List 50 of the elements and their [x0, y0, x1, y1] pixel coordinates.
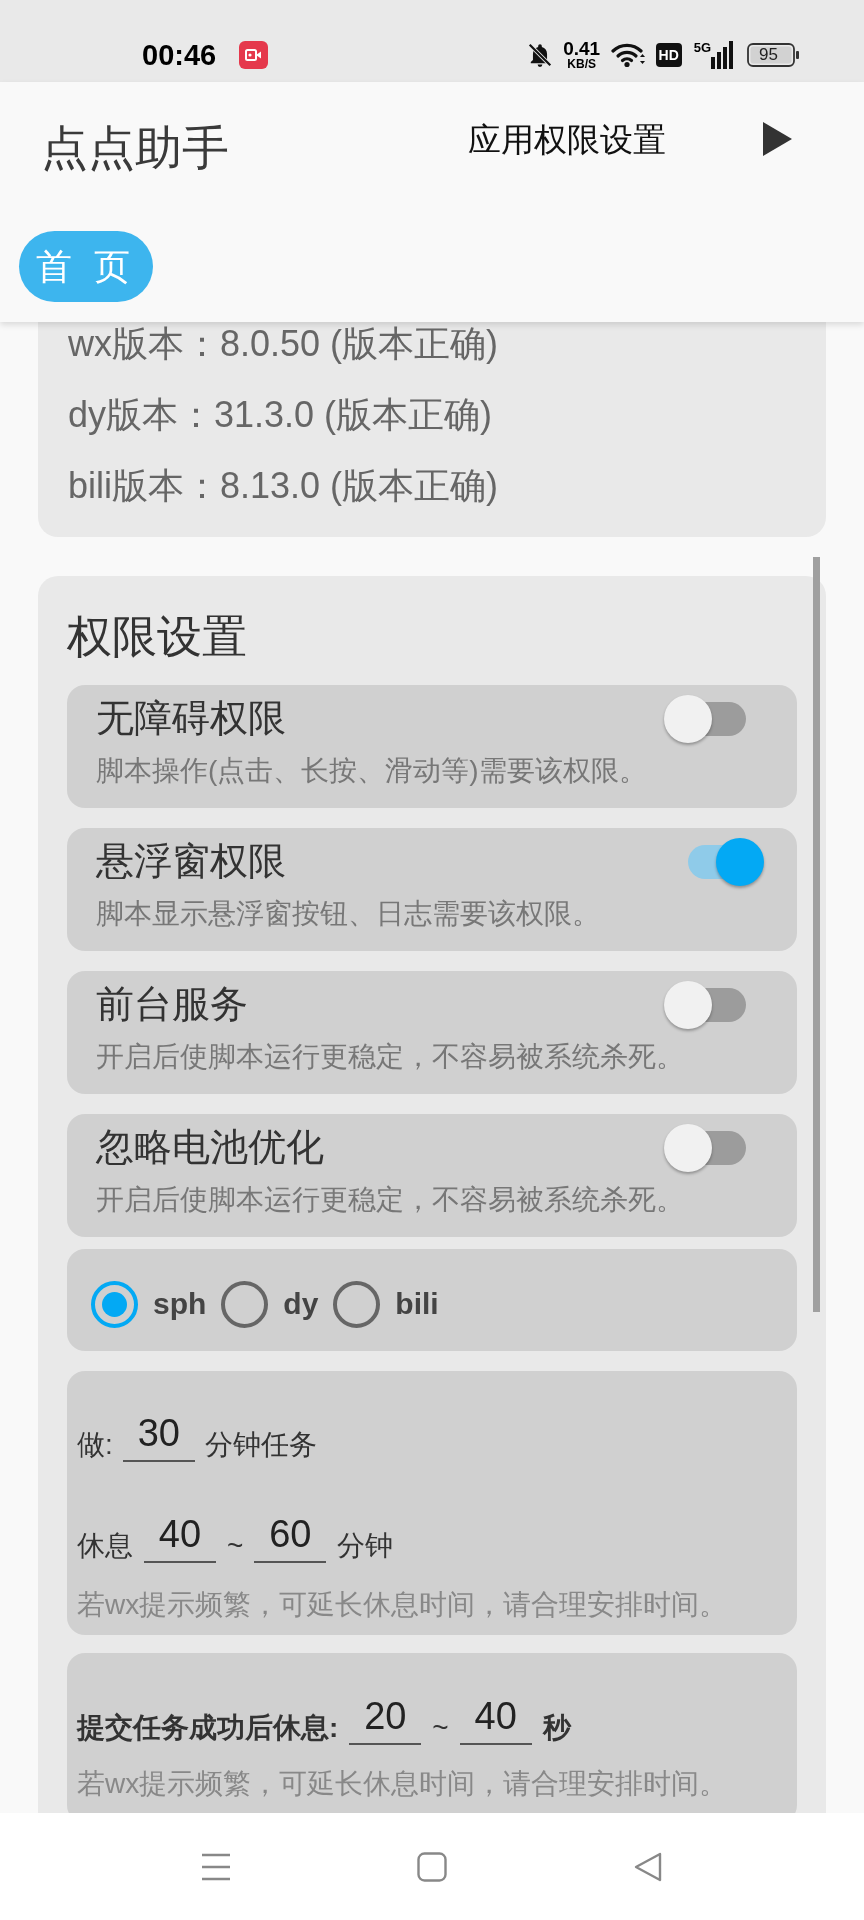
battery-icon — [747, 43, 799, 67]
radio-button[interactable] — [91, 1280, 138, 1328]
number-field[interactable]: 20 — [349, 1694, 422, 1745]
number-field[interactable]: 40 — [144, 1512, 216, 1563]
platform-label[interactable]: bili — [395, 1286, 439, 1322]
wifi-icon — [610, 42, 646, 68]
play-icon[interactable] — [763, 122, 792, 156]
version-text: dy版本：31.3.0 (版本正确) — [68, 393, 494, 437]
network-type: 5G — [693, 41, 711, 55]
number-field[interactable]: 40 — [459, 1694, 532, 1745]
number-field[interactable]: 30 — [122, 1411, 195, 1462]
speed-unit: KB/S — [567, 58, 596, 71]
menu-icon[interactable] — [201, 1851, 231, 1882]
permission-description: 开启后使脚本运行更稳定，不容易被系统杀死。 — [96, 1040, 685, 1074]
field-label: 提交任务成功后休息: — [77, 1711, 339, 1745]
unit-label: 分钟 — [337, 1529, 394, 1563]
network-speed: 0.41 — [563, 39, 601, 58]
hint-text: 若wx提示频繁，可延长休息时间，请合理安排时间。 — [77, 1588, 729, 1622]
range-separator: ~ — [227, 1529, 244, 1563]
permission-title: 忽略电池优化 — [96, 1125, 324, 1170]
square-icon[interactable] — [417, 1851, 447, 1882]
platform-label[interactable]: sph — [153, 1286, 207, 1322]
permission-description: 脚本显示悬浮窗按钮、日志需要该权限。 — [96, 897, 601, 931]
permission-description: 开启后使脚本运行更稳定，不容易被系统杀死。 — [96, 1183, 685, 1217]
clock-time: 00:46 — [142, 38, 217, 72]
radio-button[interactable] — [333, 1280, 381, 1328]
muted-bell-icon — [526, 42, 553, 68]
unit-label: 秒 — [542, 1711, 571, 1745]
permission-title: 前台服务 — [96, 982, 248, 1027]
platform-label[interactable]: dy — [283, 1286, 319, 1322]
section-title: 权限设置 — [67, 610, 248, 664]
app-title: 点点助手 — [41, 120, 229, 176]
field-label: 休息 — [77, 1529, 133, 1563]
video-camera-icon — [239, 41, 269, 69]
page-title: 应用权限设置 — [468, 120, 666, 160]
version-text: bili版本：8.13.0 (版本正确) — [68, 464, 500, 508]
field-label: 做: — [77, 1428, 113, 1462]
hint-text: 若wx提示频繁，可延长休息时间，请合理安排时间。 — [77, 1767, 729, 1801]
permission-title: 无障碍权限 — [96, 696, 286, 741]
permission-description: 脚本操作(点击、长按、滑动等)需要该权限。 — [96, 754, 648, 788]
signal-icon — [711, 41, 733, 69]
unit-label: 分钟任务 — [204, 1428, 317, 1462]
radio-button[interactable] — [221, 1280, 269, 1328]
back-icon[interactable] — [633, 1851, 663, 1882]
range-separator: ~ — [432, 1711, 449, 1745]
hd-indicator: HD — [655, 43, 682, 67]
number-field[interactable]: 60 — [254, 1512, 327, 1563]
battery-percentage: 95 — [759, 46, 778, 64]
version-text: wx版本：8.0.50 (版本正确) — [68, 322, 500, 366]
permission-title: 悬浮窗权限 — [96, 839, 286, 884]
